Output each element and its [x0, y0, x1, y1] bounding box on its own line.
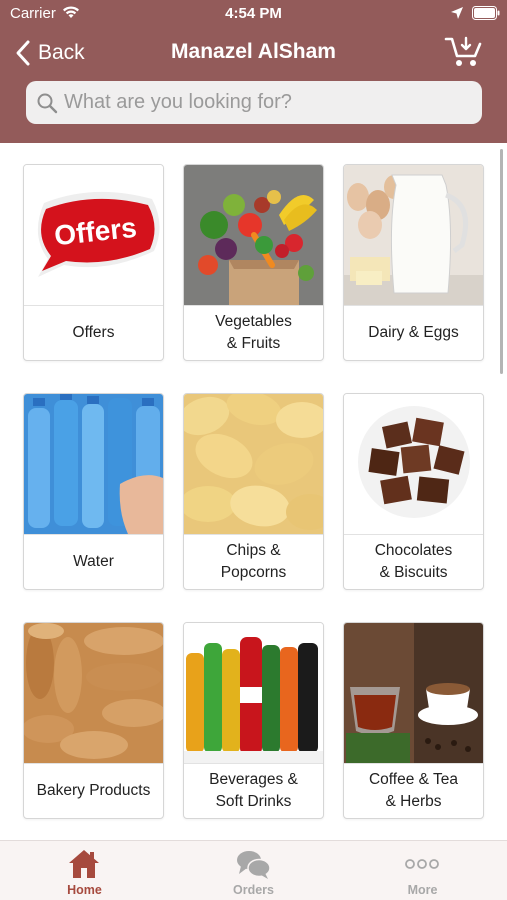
category-label: Chips & Popcorns: [184, 534, 323, 589]
tab-more[interactable]: More: [338, 841, 507, 900]
orders-icon: [237, 851, 271, 879]
beverages-soft-drinks-image: [184, 623, 323, 763]
tab-bar: Home Orders More: [0, 840, 507, 900]
tab-label: Home: [67, 883, 102, 897]
dairy-eggs-image: [344, 165, 483, 305]
search-input[interactable]: [64, 91, 464, 114]
status-time: 4:54 PM: [225, 5, 282, 22]
page-title: Manazel AlSham: [171, 40, 336, 63]
category-label: Water: [24, 534, 163, 589]
category-label: Offers: [24, 305, 163, 360]
offers-image: Offers: [24, 165, 163, 305]
category-label: Bakery Products: [24, 763, 163, 818]
category-card-chips-popcorns[interactable]: Chips & Popcorns: [183, 393, 324, 590]
category-label: Chocolates & Biscuits: [344, 534, 483, 589]
search-icon: [37, 93, 58, 113]
bakery-products-image: [24, 623, 163, 763]
category-card-offers[interactable]: Offers Offers: [23, 164, 164, 361]
category-label: Dairy & Eggs: [344, 305, 483, 360]
tab-label: More: [407, 883, 438, 897]
tab-label: Orders: [233, 883, 274, 897]
category-card-dairy-eggs[interactable]: Dairy & Eggs: [343, 164, 484, 361]
app-screen: Carrier 4:54 PM Back Manazel AlSham What…: [0, 0, 507, 900]
category-card-vegetables-fruits[interactable]: Vegetables & Fruits: [183, 164, 324, 361]
search-bar[interactable]: [26, 81, 482, 124]
status-bar: Carrier 4:54 PM: [0, 0, 507, 28]
header: Carrier 4:54 PM Back Manazel AlSham: [0, 0, 507, 143]
coffee-tea-herbs-image: [344, 623, 483, 763]
water-image: [24, 394, 163, 534]
category-card-chocolates-biscuits[interactable]: Chocolates & Biscuits: [343, 393, 484, 590]
vegetables-fruits-image: [184, 165, 323, 305]
category-label: Vegetables & Fruits: [184, 305, 323, 360]
more-icon: [405, 859, 439, 869]
category-grid: Offers Offers Vegetables & Fruits Dairy …: [0, 143, 507, 840]
cart-icon[interactable]: [444, 35, 484, 69]
category-card-bakery-products[interactable]: Bakery Products: [23, 622, 164, 819]
scrollbar[interactable]: [500, 149, 503, 374]
tab-orders[interactable]: Orders: [169, 841, 338, 900]
location-arrow-icon: [451, 7, 463, 19]
category-card-water[interactable]: Water: [23, 393, 164, 590]
category-label: Coffee & Tea & Herbs: [344, 763, 483, 818]
chocolates-biscuits-image: [344, 394, 483, 534]
category-card-beverages-soft-drinks[interactable]: Beverages & Soft Drinks: [183, 622, 324, 819]
tab-home[interactable]: Home: [0, 841, 169, 900]
home-icon: [69, 850, 99, 878]
category-card-coffee-tea-herbs[interactable]: Coffee & Tea & Herbs: [343, 622, 484, 819]
battery-icon: [472, 6, 500, 20]
chips-popcorns-image: [184, 394, 323, 534]
category-label: Beverages & Soft Drinks: [184, 763, 323, 818]
